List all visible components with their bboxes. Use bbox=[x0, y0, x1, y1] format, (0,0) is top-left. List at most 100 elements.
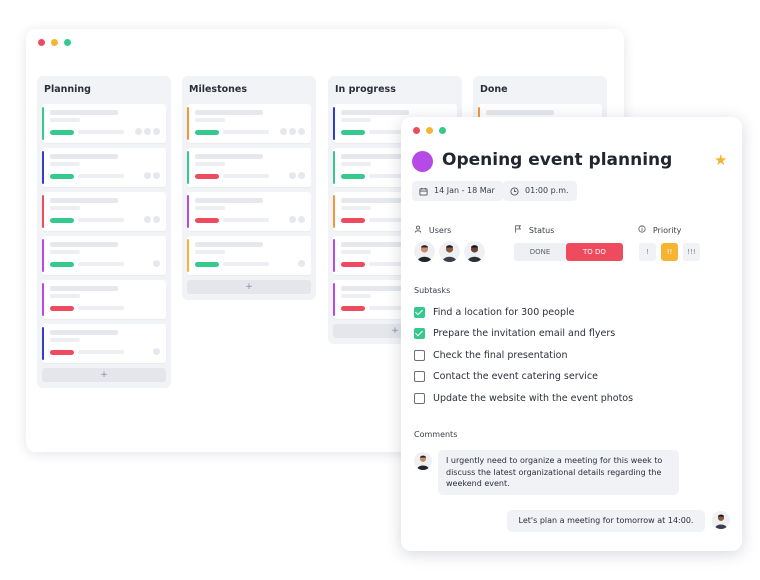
subtask-text: Check the final presentation bbox=[433, 349, 568, 361]
info-circle-icon bbox=[638, 225, 649, 236]
card-avatars bbox=[144, 216, 160, 223]
checkbox-checked[interactable] bbox=[414, 328, 425, 339]
avatar bbox=[135, 128, 142, 135]
task-title[interactable]: Opening event planning bbox=[442, 150, 672, 170]
subtask-item[interactable]: Find a location for 300 people bbox=[414, 306, 574, 318]
date-range-pill[interactable]: 14 Jan - 18 Mar bbox=[412, 181, 503, 201]
task-card[interactable] bbox=[42, 104, 166, 143]
card-tag bbox=[195, 130, 219, 135]
avatar bbox=[280, 128, 287, 135]
card-tag bbox=[195, 262, 219, 267]
avatar bbox=[153, 172, 160, 179]
user-avatar-1[interactable] bbox=[414, 241, 435, 262]
priority-label: Priority bbox=[638, 225, 681, 236]
card-tag bbox=[341, 130, 365, 135]
card-title-placeholder bbox=[341, 198, 409, 203]
card-meta-placeholder bbox=[78, 306, 124, 310]
avatar bbox=[289, 128, 296, 135]
card-avatars bbox=[289, 216, 305, 223]
window-controls bbox=[413, 127, 446, 134]
subtask-item[interactable]: Contact the event catering service bbox=[414, 371, 598, 383]
minimize-dot[interactable] bbox=[426, 127, 433, 134]
close-dot[interactable] bbox=[413, 127, 420, 134]
avatar bbox=[298, 128, 305, 135]
card-subtitle-placeholder bbox=[341, 250, 371, 254]
avatar bbox=[153, 216, 160, 223]
avatar bbox=[298, 172, 305, 179]
close-dot[interactable] bbox=[38, 39, 45, 46]
task-card[interactable] bbox=[42, 324, 166, 363]
status-todo-button[interactable]: TO DO bbox=[566, 243, 623, 261]
clock-icon bbox=[510, 181, 519, 204]
card-accent bbox=[333, 239, 335, 272]
comments-label: Comments bbox=[414, 430, 458, 439]
status-done-button[interactable]: DONE bbox=[514, 243, 566, 261]
board-column: Milestones + bbox=[182, 76, 316, 300]
subtask-text: Contact the event catering service bbox=[433, 371, 598, 382]
card-tag bbox=[341, 218, 365, 223]
subtasks-label: Subtasks bbox=[414, 286, 451, 295]
card-title-placeholder bbox=[341, 242, 409, 247]
card-subtitle-placeholder bbox=[50, 206, 80, 210]
avatar bbox=[144, 172, 151, 179]
task-card[interactable] bbox=[42, 280, 166, 319]
card-subtitle-placeholder bbox=[195, 162, 225, 166]
card-tag bbox=[341, 174, 365, 179]
card-avatars bbox=[153, 260, 160, 267]
card-avatars bbox=[144, 172, 160, 179]
task-card[interactable] bbox=[42, 236, 166, 275]
task-card[interactable] bbox=[42, 192, 166, 231]
add-card-button[interactable]: + bbox=[187, 280, 311, 294]
task-detail-window: Opening event planning ★ 14 Jan - 18 Mar… bbox=[401, 117, 742, 551]
card-tag bbox=[50, 350, 74, 355]
task-card[interactable] bbox=[187, 104, 311, 143]
avatar bbox=[298, 216, 305, 223]
card-meta-placeholder bbox=[223, 262, 269, 266]
task-color-dot bbox=[412, 151, 433, 172]
task-card[interactable] bbox=[187, 192, 311, 231]
priority-low-button[interactable]: ! bbox=[639, 243, 656, 261]
time-pill[interactable]: 01:00 p.m. bbox=[503, 181, 577, 201]
user-avatar-3[interactable] bbox=[464, 241, 485, 262]
task-card[interactable] bbox=[42, 148, 166, 187]
card-subtitle-placeholder bbox=[341, 294, 371, 298]
card-accent bbox=[333, 151, 335, 184]
add-card-button[interactable]: + bbox=[42, 368, 166, 382]
task-card[interactable] bbox=[187, 236, 311, 275]
card-tag bbox=[50, 174, 74, 179]
card-title-placeholder bbox=[195, 110, 263, 115]
card-tag bbox=[195, 174, 219, 179]
task-card[interactable] bbox=[187, 148, 311, 187]
priority-medium-button[interactable]: !! bbox=[661, 243, 678, 261]
checkbox-unchecked[interactable] bbox=[414, 349, 425, 361]
card-title-placeholder bbox=[195, 242, 263, 247]
subtask-item[interactable]: Update the website with the event photos bbox=[414, 392, 633, 404]
card-meta-placeholder bbox=[78, 130, 124, 134]
priority-high-button[interactable]: !!! bbox=[683, 243, 700, 261]
card-meta-placeholder bbox=[223, 218, 269, 222]
subtask-item[interactable]: Check the final presentation bbox=[414, 349, 567, 361]
subtask-item[interactable]: Prepare the invitation email and flyers bbox=[414, 328, 615, 340]
card-title-placeholder bbox=[50, 154, 118, 159]
card-avatars bbox=[153, 348, 160, 355]
card-subtitle-placeholder bbox=[195, 206, 225, 210]
checkbox-unchecked[interactable] bbox=[414, 371, 425, 382]
user-avatar-2[interactable] bbox=[439, 241, 460, 262]
card-accent bbox=[42, 283, 44, 316]
card-meta-placeholder bbox=[78, 174, 124, 178]
date-range-text: 14 Jan - 18 Mar bbox=[434, 186, 495, 195]
card-title-placeholder bbox=[50, 110, 118, 115]
card-tag bbox=[341, 262, 365, 267]
card-tag bbox=[50, 306, 74, 311]
maximize-dot[interactable] bbox=[439, 127, 446, 134]
card-accent bbox=[187, 107, 189, 140]
checkbox-unchecked[interactable] bbox=[414, 392, 425, 404]
checkbox-checked[interactable] bbox=[414, 306, 425, 318]
maximize-dot[interactable] bbox=[64, 39, 71, 46]
card-subtitle-placeholder bbox=[50, 294, 80, 298]
avatar bbox=[144, 128, 151, 135]
star-icon[interactable]: ★ bbox=[714, 152, 727, 169]
minimize-dot[interactable] bbox=[51, 39, 58, 46]
card-title-placeholder bbox=[195, 154, 263, 159]
comment-1-line-2: discuss the latest organizational detail… bbox=[446, 467, 662, 477]
